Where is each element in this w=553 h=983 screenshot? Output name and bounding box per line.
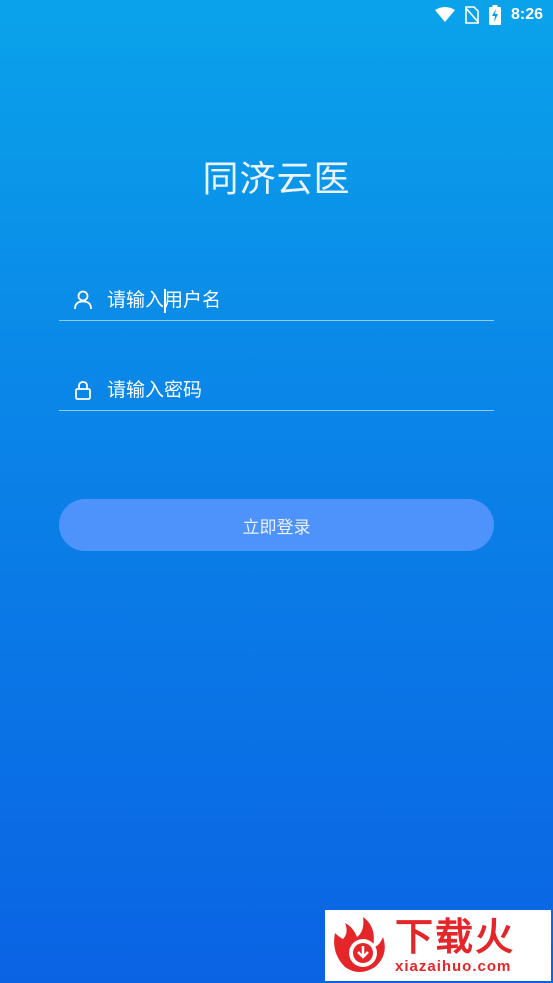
watermark-url: xiazaihuo.com: [395, 957, 512, 975]
text-cursor: [164, 289, 166, 313]
watermark-title: 下载火: [395, 914, 516, 959]
password-input[interactable]: [107, 375, 494, 405]
login-button[interactable]: 立即登录: [59, 499, 494, 551]
lock-icon: [73, 380, 93, 400]
status-bar: 8:26: [0, 0, 553, 30]
app-title: 同济云医: [202, 159, 351, 200]
no-sim-icon: [464, 6, 479, 24]
password-field[interactable]: [59, 370, 494, 411]
battery-charging-icon: [488, 5, 501, 25]
username-field[interactable]: [59, 280, 494, 321]
user-icon: [73, 290, 93, 310]
wifi-icon: [434, 7, 455, 23]
flame-logo-icon: [327, 913, 393, 979]
status-time: 8:26: [510, 6, 543, 23]
watermark: 下载火 xiazaihuo.com: [325, 910, 551, 981]
